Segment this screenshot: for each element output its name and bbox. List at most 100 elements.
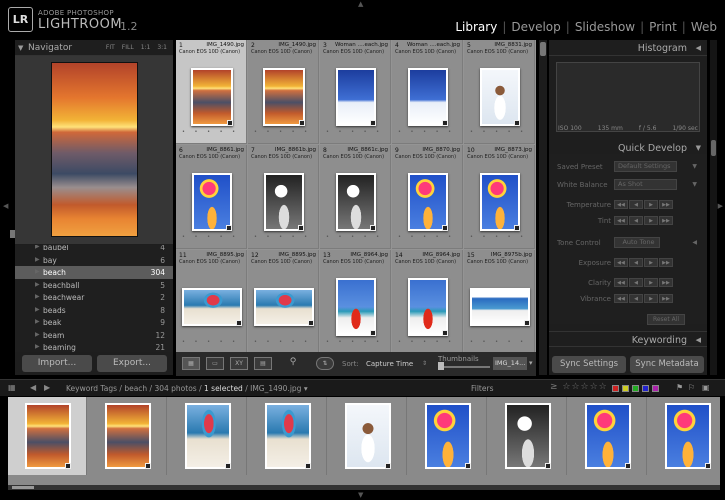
clarity-steppers[interactable]: ◀◀ ◀ ▶ ▶▶ bbox=[614, 278, 673, 287]
collapse-triangle-icon[interactable]: ◀ bbox=[692, 239, 697, 246]
collapse-triangle-icon[interactable]: ▼ bbox=[692, 163, 697, 170]
module-tab-slideshow[interactable]: Slideshow bbox=[575, 20, 635, 34]
filmstrip-cell[interactable] bbox=[88, 397, 167, 475]
loupe-view-icon[interactable]: ▭ bbox=[206, 357, 224, 370]
module-tab-develop[interactable]: Develop bbox=[511, 20, 560, 34]
rating-dots[interactable]: • • • • • bbox=[326, 129, 383, 135]
right-panel-scroll-thumb[interactable] bbox=[711, 140, 716, 156]
export-button[interactable]: Export... bbox=[97, 355, 167, 372]
tint-steppers[interactable]: ◀◀ ◀ ▶ ▶▶ bbox=[614, 216, 673, 225]
star-rating-filter[interactable]: ≥ ☆☆☆☆☆ bbox=[550, 382, 608, 392]
expand-triangle-icon[interactable]: ▶ bbox=[35, 343, 40, 350]
step-icon[interactable]: ▶▶ bbox=[659, 278, 673, 287]
rating-dots[interactable]: • • • • • bbox=[398, 129, 455, 135]
grid-cell[interactable]: 2 IMG_1490.jpg Canon EOS 10D (Canon) • • • … bbox=[248, 40, 319, 144]
filmstrip-cell[interactable] bbox=[8, 397, 87, 475]
zoom-option-3-1[interactable]: 3:1 bbox=[157, 44, 167, 51]
filmstrip-cell[interactable] bbox=[328, 397, 407, 475]
grid-cell[interactable]: 1 IMG_1490.jpg Canon EOS 10D (Canon) • • • … bbox=[176, 40, 247, 144]
grid-cell[interactable]: 14 IMG_8964.jpg Canon EOS 10D (Canon) • • •… bbox=[392, 250, 463, 352]
reset-all-button[interactable]: Reset All bbox=[647, 314, 685, 325]
grid-toggle-icon[interactable]: ▦ bbox=[8, 383, 16, 392]
toolbar-menu-chevron-icon[interactable]: ▾ bbox=[529, 359, 533, 367]
rating-dots[interactable]: • • • • • bbox=[182, 129, 239, 135]
sync-metadata-button[interactable]: Sync Metadata bbox=[630, 356, 704, 373]
green-label-filter[interactable] bbox=[632, 385, 639, 392]
filmstrip-thumbnail[interactable] bbox=[424, 403, 471, 469]
grid-cell[interactable]: 8 IMG_8861c.jpg Canon EOS 10D (Canon) • • •… bbox=[320, 145, 391, 249]
grid-cell[interactable]: 5 IMG_8831.jpg Canon EOS 10D (Canon) • • • … bbox=[464, 40, 535, 144]
filmstrip-cell[interactable] bbox=[408, 397, 487, 475]
cell-thumbnail[interactable] bbox=[407, 68, 448, 126]
filmstrip-cell[interactable] bbox=[648, 397, 720, 475]
blue-label-filter[interactable] bbox=[642, 385, 649, 392]
expand-triangle-icon[interactable]: ▶ bbox=[35, 293, 40, 300]
expand-triangle-icon[interactable]: ▶ bbox=[35, 245, 40, 250]
red-label-filter[interactable] bbox=[612, 385, 619, 392]
rating-dots[interactable]: • • • • • bbox=[470, 129, 527, 135]
grid-cell[interactable]: 7 IMG_8861b.jpg Canon EOS 10D (Canon) • • •… bbox=[248, 145, 319, 249]
vibrance-steppers[interactable]: ◀◀ ◀ ▶ ▶▶ bbox=[614, 294, 673, 303]
filmstrip-cell[interactable] bbox=[168, 397, 247, 475]
collapse-triangle-icon[interactable]: ▼ bbox=[692, 181, 697, 188]
filename-field[interactable]: IMG_14... bbox=[493, 357, 527, 370]
filmstrip-thumbnail[interactable] bbox=[24, 403, 71, 469]
spray-can-icon[interactable]: ⚲ bbox=[288, 357, 298, 370]
white-balance-dropdown[interactable]: As Shot bbox=[614, 179, 677, 190]
grid-cell[interactable]: 12 IMG_8895.jpg Canon EOS 10D (Canon) • • •… bbox=[248, 250, 319, 352]
filmstrip-scrollbar[interactable] bbox=[8, 485, 720, 490]
grid-cell[interactable]: 4 Woman ....each.jpg Canon EOS 10D (Canon)… bbox=[392, 40, 463, 144]
flag-filter-icon[interactable]: ⚐ bbox=[688, 383, 695, 392]
navigator-header[interactable]: ▼ Navigator FIT FILL 1:1 3:1 bbox=[15, 40, 173, 56]
keyword-row[interactable]: ▶ beachball 5 bbox=[15, 279, 173, 292]
step-icon[interactable]: ◀ bbox=[629, 278, 643, 287]
grid-cell[interactable]: 11 IMG_8895.jpg Canon EOS 10D (Canon) • • •… bbox=[176, 250, 247, 352]
keyword-row[interactable]: ▶ beach 304 bbox=[15, 266, 173, 279]
filmstrip-thumbnail[interactable] bbox=[344, 403, 391, 469]
cell-thumbnail[interactable] bbox=[335, 278, 376, 336]
cell-thumbnail[interactable] bbox=[335, 173, 376, 231]
keyword-row[interactable]: ▶ beaming 21 bbox=[15, 341, 173, 352]
right-collapse-arrow-icon[interactable]: ▶ bbox=[718, 202, 723, 210]
collapse-triangle-icon[interactable]: ◀ bbox=[696, 44, 701, 52]
cell-thumbnail[interactable] bbox=[479, 68, 520, 126]
keyword-row[interactable]: ▶ beads 8 bbox=[15, 304, 173, 317]
collapse-triangle-icon[interactable]: ◀ bbox=[696, 336, 701, 344]
module-tab-library[interactable]: Library bbox=[455, 20, 497, 34]
cell-thumbnail[interactable] bbox=[181, 288, 242, 326]
module-tab-web[interactable]: Web bbox=[691, 20, 717, 34]
step-icon[interactable]: ◀ bbox=[629, 200, 643, 209]
navigator-photo[interactable] bbox=[51, 62, 138, 237]
filter-toggle-icon[interactable]: ▣ bbox=[702, 383, 710, 392]
rating-dots[interactable]: • • • • • bbox=[398, 234, 455, 240]
cell-thumbnail[interactable] bbox=[469, 288, 530, 326]
rating-dots[interactable]: • • • • • bbox=[254, 339, 311, 345]
filmstrip-cell[interactable] bbox=[248, 397, 327, 475]
filmstrip-scroll-thumb[interactable] bbox=[12, 486, 34, 489]
step-icon[interactable]: ▶▶ bbox=[659, 258, 673, 267]
keyword-row[interactable]: ▶ baubel 4 bbox=[15, 245, 173, 254]
right-panel-scrollbar[interactable] bbox=[710, 40, 717, 375]
grid-scrollbar[interactable] bbox=[539, 40, 547, 375]
forward-arrow-icon[interactable]: ▶ bbox=[44, 383, 50, 392]
step-icon[interactable]: ▶▶ bbox=[659, 294, 673, 303]
bottom-collapse-arrow-icon[interactable]: ▼ bbox=[358, 491, 363, 499]
step-icon[interactable]: ◀ bbox=[629, 258, 643, 267]
zoom-option-1-1[interactable]: 1:1 bbox=[141, 44, 151, 51]
rating-dots[interactable]: • • • • • bbox=[182, 339, 239, 345]
rating-dots[interactable]: • • • • • bbox=[326, 234, 383, 240]
cell-thumbnail[interactable] bbox=[335, 68, 376, 126]
auto-tone-button[interactable]: Auto Tone bbox=[614, 237, 660, 248]
filmstrip-thumbnail[interactable] bbox=[264, 403, 311, 469]
step-icon[interactable]: ▶ bbox=[644, 258, 658, 267]
left-scroll-thumb[interactable] bbox=[10, 230, 15, 238]
cell-thumbnail[interactable] bbox=[407, 278, 448, 336]
step-icon[interactable]: ◀◀ bbox=[614, 258, 628, 267]
left-collapse-arrow-icon[interactable]: ◀ bbox=[3, 202, 8, 210]
grid-cell[interactable]: 10 IMG_8873.jpg Canon EOS 10D (Canon) • • •… bbox=[464, 145, 535, 249]
step-icon[interactable]: ▶ bbox=[644, 216, 658, 225]
grid-cell[interactable]: 9 IMG_8870.jpg Canon EOS 10D (Canon) • • • … bbox=[392, 145, 463, 249]
grid-cell[interactable]: 15 IMG_8975b.jpg Canon EOS 10D (Canon) • • … bbox=[464, 250, 535, 352]
expand-triangle-icon[interactable]: ▶ bbox=[35, 281, 40, 288]
cell-thumbnail[interactable] bbox=[191, 173, 232, 231]
